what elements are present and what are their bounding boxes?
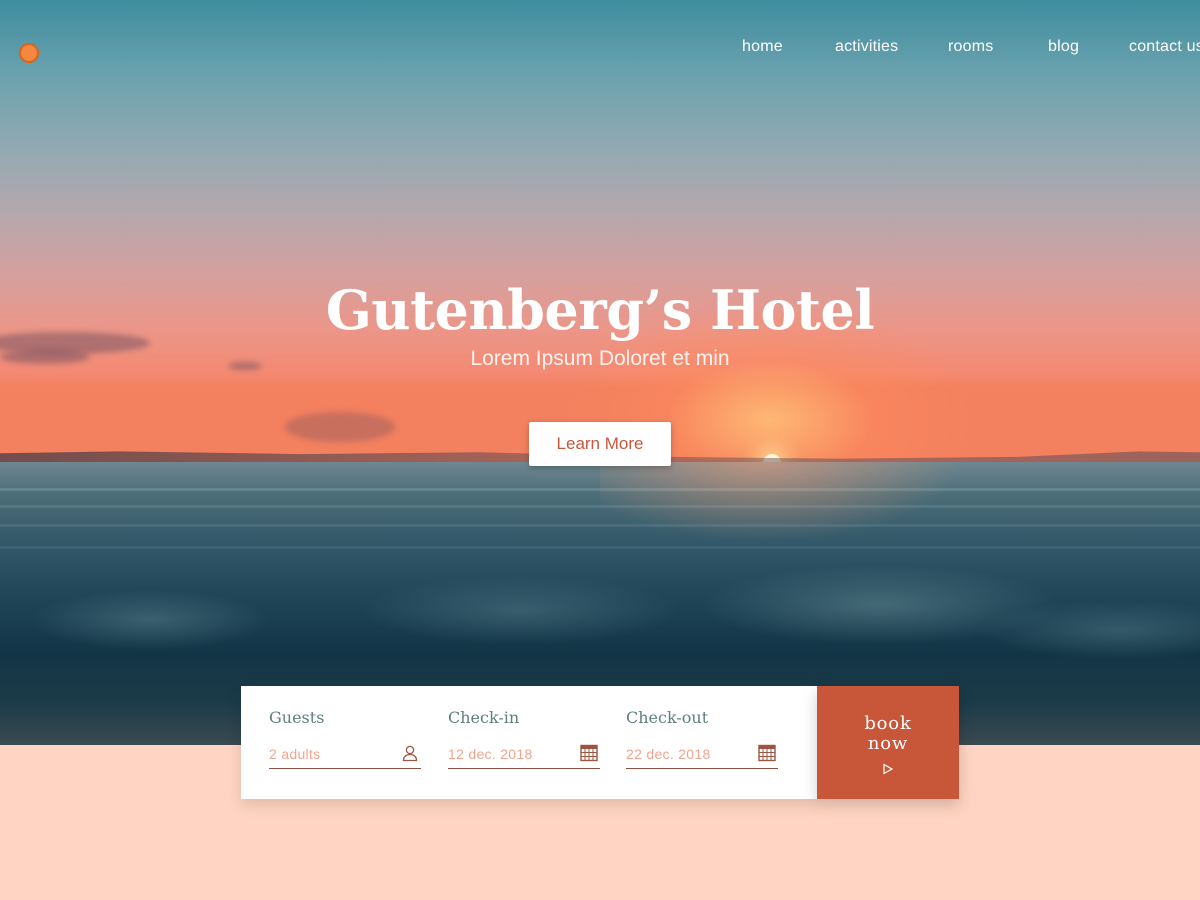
checkin-field: Check-in 12 dec. 2018 (448, 686, 600, 799)
hero-background (0, 0, 1200, 745)
sea-shine (600, 462, 960, 542)
guests-value: 2 adults (269, 746, 321, 762)
calendar-icon (580, 744, 598, 762)
wave-foam (0, 560, 1200, 680)
hero-title: Gutenberg’s Hotel (325, 278, 875, 342)
learn-more-button[interactable]: Learn More (529, 422, 671, 466)
cloud (285, 412, 395, 442)
book-now-button[interactable]: book now (817, 686, 959, 799)
checkout-input[interactable]: 22 dec. 2018 (626, 744, 778, 769)
calendar-icon (758, 744, 776, 762)
nav-item-rooms[interactable]: rooms (948, 38, 993, 56)
book-now-line-1: book (864, 713, 912, 734)
wave (0, 505, 1200, 508)
checkin-label: Check-in (448, 708, 520, 727)
booking-form: Guests 2 adults Check-in 12 dec. 2018 Ch… (241, 686, 817, 799)
guests-label: Guests (269, 708, 325, 727)
book-now-line-2: now (867, 733, 909, 754)
user-icon (402, 745, 418, 762)
play-arrow-icon (883, 763, 894, 775)
checkout-value: 22 dec. 2018 (626, 746, 711, 762)
checkout-label: Check-out (626, 708, 709, 727)
nav-item-contact-us[interactable]: contact us (1129, 38, 1200, 56)
wave (0, 524, 1200, 527)
book-now-label: book now (817, 714, 959, 754)
guests-field: Guests 2 adults (269, 686, 421, 799)
wave (0, 546, 1200, 549)
nav-item-blog[interactable]: blog (1048, 38, 1079, 56)
checkin-input[interactable]: 12 dec. 2018 (448, 744, 600, 769)
checkin-value: 12 dec. 2018 (448, 746, 533, 762)
hero-subtitle: Lorem Ipsum Doloret et min (470, 347, 730, 370)
checkout-field: Check-out 22 dec. 2018 (626, 686, 778, 799)
nav-item-activities[interactable]: activities (835, 38, 898, 56)
guests-input[interactable]: 2 adults (269, 744, 421, 769)
wave (0, 488, 1200, 491)
main-nav: home activities rooms blog contact us (0, 38, 1200, 60)
nav-item-home[interactable]: home (742, 38, 783, 56)
